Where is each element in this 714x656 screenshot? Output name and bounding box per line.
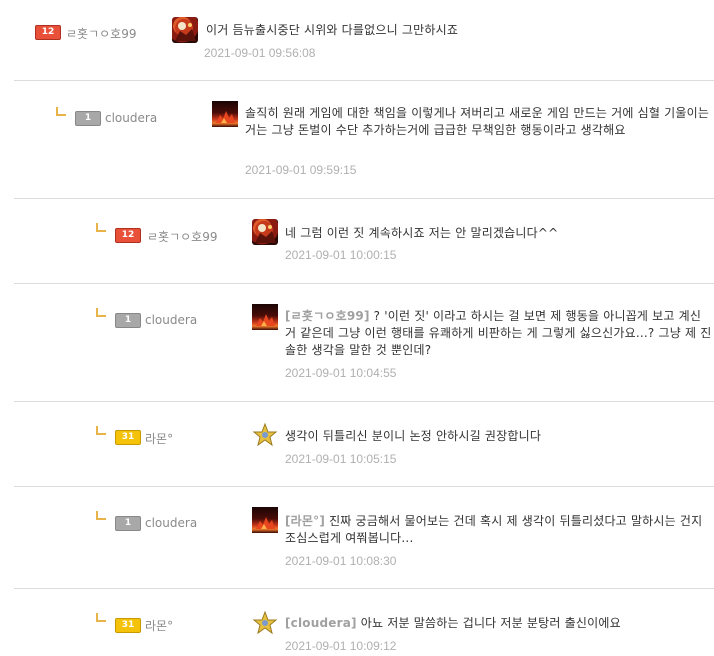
reply-arrow-icon [96,308,106,317]
comment: 31 라몬° [cloudera] 아뇨 저분 말씀하는 겁니다 저분 분탕러 출… [0,589,714,656]
comment-thread: 12 ㄹ홋ㄱㅇ호99 이거 듬뉴출시중단 시위와 다를없으니 그만하시죠 202… [0,0,714,656]
comment-timestamp: 2021-09-01 09:56:08 [204,46,316,60]
comment: 31 라몬° 생각이 뒤틀리신 분이니 논정 안하시길 권장합니다 2021-0… [0,402,714,486]
comment: 1 cloudera [ㄹ홋ㄱㅇ호99]? '이런 짓' 이라고 하시는 걸 보… [0,284,714,401]
dragon-avatar-icon[interactable] [252,219,278,245]
comment-text: 솔직히 원래 게임에 대한 책임을 이렇게나 져버리고 새로운 게임 만드는 거… [245,105,714,139]
dragon-avatar-icon[interactable] [172,17,198,43]
comment-text-content: 솔직히 원래 게임에 대한 책임을 이렇게나 져버리고 새로운 게임 만드는 거… [245,106,710,137]
reply-arrow-icon [96,223,106,232]
comment-timestamp: 2021-09-01 09:59:15 [245,163,357,177]
comment-text: [라몬°] 진짜 궁금해서 물어보는 건데 혹시 제 생각이 뒤틀리셨다고 말하시… [285,513,713,547]
comment-text: [cloudera] 아뇨 저분 말씀하는 겁니다 저분 분탕러 출신이에요 [285,615,705,632]
comment-timestamp: 2021-09-01 10:08:30 [285,554,397,568]
comment-text-content: 아뇨 저분 말씀하는 겁니다 저분 분탕러 출신이에요 [360,616,621,630]
comment-timestamp: 2021-09-01 10:05:15 [285,452,397,466]
reply-arrow-icon [96,511,106,520]
comment-text: 이거 듬뉴출시중단 시위와 다를없으니 그만하시죠 [206,22,686,39]
reply-arrow-icon [56,107,66,116]
level-badge: 12 [115,228,141,243]
comment-author[interactable]: 라몬° [145,430,173,447]
comment-author[interactable]: ㄹ홋ㄱㅇ호99 [66,25,136,42]
reply-arrow-icon [96,426,106,435]
mention-tag[interactable]: [ㄹ홋ㄱㅇ호99] [285,309,370,323]
star-avatar-icon[interactable] [252,422,278,448]
comment-author[interactable]: ㄹ홋ㄱㅇ호99 [147,228,217,245]
comment-text-content: 네 그럼 이런 짓 계속하시죠 저는 안 말리겠습니다^^ [285,226,559,240]
comment-text-content: 생각이 뒤틀리신 분이니 논정 안하시길 권장합니다 [285,429,542,443]
mention-tag[interactable]: [cloudera] [285,616,357,630]
comment-timestamp: 2021-09-01 10:00:15 [285,248,397,262]
mention-tag[interactable]: [라몬°] [285,514,325,528]
level-badge: 12 [35,25,61,40]
fire-avatar-icon[interactable] [252,507,278,533]
level-badge: 1 [115,516,141,531]
comment-author[interactable]: 라몬° [145,617,173,634]
comment-text-content: 진짜 궁금해서 물어보는 건데 혹시 제 생각이 뒤틀리셨다고 말하시는 건지 … [285,514,703,545]
comment: 12 ㄹ홋ㄱㅇ호99 네 그럼 이런 짓 계속하시죠 저는 안 말리겠습니다^^… [0,199,714,283]
level-badge: 1 [115,313,141,328]
comment: 12 ㄹ홋ㄱㅇ호99 이거 듬뉴출시중단 시위와 다를없으니 그만하시죠 202… [0,0,714,80]
level-badge: 1 [75,111,101,126]
comment-text: 생각이 뒤틀리신 분이니 논정 안하시길 권장합니다 [285,428,705,445]
level-badge: 31 [115,430,141,445]
fire-avatar-icon[interactable] [252,304,278,330]
fire-avatar-icon[interactable] [212,101,238,127]
comment-text: 네 그럼 이런 짓 계속하시죠 저는 안 말리겠습니다^^ [285,225,705,242]
comment-timestamp: 2021-09-01 10:04:55 [285,366,397,380]
reply-arrow-icon [96,613,106,622]
comment-author[interactable]: cloudera [105,111,157,125]
comment-timestamp: 2021-09-01 10:09:12 [285,639,397,653]
comment-text: [ㄹ홋ㄱㅇ호99]? '이런 짓' 이라고 하시는 걸 보면 제 행동을 아니꼽… [285,308,713,359]
comment: 1 cloudera [라몬°] 진짜 궁금해서 물어보는 건데 혹시 제 생각이… [0,487,714,588]
comment: 1 cloudera 솔직히 원래 게임에 대한 책임을 이렇게나 져버리고 새… [0,81,714,198]
star-avatar-icon[interactable] [252,610,278,636]
comment-author[interactable]: cloudera [145,516,197,530]
level-badge: 31 [115,618,141,633]
comment-text-content: 이거 듬뉴출시중단 시위와 다를없으니 그만하시죠 [206,23,459,37]
comment-author[interactable]: cloudera [145,313,197,327]
